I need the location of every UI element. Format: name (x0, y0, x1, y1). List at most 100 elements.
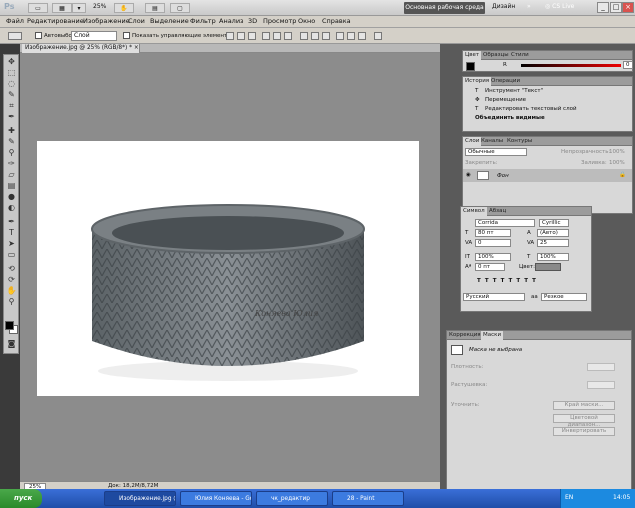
mask-edge-button[interactable]: Край маски... (553, 401, 615, 410)
quick-select-tool-icon[interactable]: ✎ (6, 90, 17, 100)
align-bottom-icon[interactable] (248, 32, 256, 40)
screen-mode-button[interactable]: ▢ (170, 3, 190, 13)
tab-styles[interactable]: Стили (509, 51, 531, 60)
foreground-color-swatch[interactable] (5, 321, 14, 330)
red-value-field[interactable]: 0 (623, 61, 633, 69)
arrange-documents-button[interactable]: ▤ (145, 3, 165, 13)
align-hcenter-icon[interactable] (273, 32, 281, 40)
menu-layers[interactable]: Слои (128, 17, 145, 25)
workspace-essentials-button[interactable]: Основная рабочая среда (404, 2, 485, 14)
align-top-icon[interactable] (226, 32, 234, 40)
document-tab[interactable]: Изображение.jpg @ 25% (RGB/8*) * × (22, 44, 140, 53)
taskbar-item-browser[interactable]: Юлия Коняева - Goo... (180, 491, 252, 506)
taskbar-item-photoshop[interactable]: Изображение.jpg @ 2... (104, 491, 176, 506)
marquee-tool-icon[interactable]: ⬚ (6, 68, 17, 78)
tab-masks[interactable]: Маски (481, 331, 504, 340)
minimize-button[interactable]: _ (597, 2, 609, 13)
tab-history[interactable]: История (463, 77, 492, 86)
tab-swatches[interactable]: Образцы (481, 51, 511, 60)
launch-minibridge-button[interactable]: ▦ (52, 3, 72, 13)
red-channel-slider[interactable] (521, 64, 621, 67)
opacity-value[interactable]: 100% (609, 148, 625, 156)
layer-visibility-icon[interactable]: ◉ (466, 171, 471, 179)
blend-mode-dropdown[interactable]: Обычные (465, 148, 527, 156)
color-panel-fg-swatch[interactable] (466, 62, 475, 71)
language-dropdown[interactable]: Русский (463, 293, 525, 301)
zoom-level-dropdown[interactable]: 25% (93, 3, 106, 10)
history-item[interactable]: Объединить видимые (475, 114, 545, 122)
distribute-left-icon[interactable] (336, 32, 344, 40)
history-item[interactable]: Инструмент "Текст" (485, 87, 543, 95)
leading-field[interactable]: (Авто) (537, 229, 569, 237)
type-tool-icon[interactable]: T (6, 228, 17, 238)
antialias-dropdown[interactable]: Резкое (541, 293, 587, 301)
distribute-vcenter-icon[interactable] (311, 32, 319, 40)
feather-field[interactable] (587, 381, 615, 389)
tab-character[interactable]: Символ (461, 207, 487, 216)
tab-channels[interactable]: Каналы (479, 137, 505, 146)
menu-select[interactable]: Выделение (150, 17, 189, 25)
menu-image[interactable]: Изображение (83, 17, 130, 25)
clone-stamp-tool-icon[interactable]: ⚲ (6, 148, 17, 158)
distribute-bottom-icon[interactable] (322, 32, 330, 40)
color-range-button[interactable]: Цветовой диапазон... (553, 414, 615, 428)
tab-color[interactable]: Цвет (463, 51, 482, 60)
menu-edit[interactable]: Редактирование (27, 17, 84, 25)
menu-view[interactable]: Просмотр (263, 17, 296, 25)
start-button[interactable]: пуск (0, 489, 42, 508)
distribute-top-icon[interactable] (300, 32, 308, 40)
hand-tool-icon[interactable]: ✋ (6, 286, 17, 296)
layer-row-background[interactable]: ◉ Фон 🔒 (463, 169, 632, 182)
autoselect-target-dropdown[interactable]: Слой (71, 31, 117, 41)
tab-paragraph[interactable]: Абзац (487, 207, 508, 216)
auto-align-icon[interactable] (374, 32, 382, 40)
fill-value[interactable]: 100% (609, 159, 625, 167)
close-tab-icon[interactable]: × (134, 45, 139, 51)
vertical-scale-field[interactable]: 100% (475, 253, 511, 261)
view-extras-button[interactable]: ▾ (72, 3, 86, 13)
invert-button[interactable]: Инвертировать (553, 427, 615, 436)
3d-orbit-tool-icon[interactable]: ⟳ (6, 275, 17, 285)
history-item[interactable]: Перемещение (485, 96, 526, 104)
tab-adjustments[interactable]: Коррекция (447, 331, 483, 340)
language-indicator[interactable]: EN (565, 494, 573, 501)
zoom-tool-icon[interactable]: ⚲ (6, 297, 17, 307)
distribute-hcenter-icon[interactable] (347, 32, 355, 40)
path-select-tool-icon[interactable]: ➤ (6, 239, 17, 249)
move-tool-icon[interactable]: ✥ (6, 57, 17, 67)
3d-rotate-tool-icon[interactable]: ⟲ (6, 264, 17, 274)
tab-paths[interactable]: Контуры (505, 137, 534, 146)
close-button[interactable]: × (622, 2, 634, 13)
history-brush-tool-icon[interactable]: ✑ (6, 159, 17, 169)
cslive-button[interactable]: ◎ CS Live (545, 3, 574, 10)
menu-filter[interactable]: Фильтр (190, 17, 216, 25)
workspace-design-button[interactable]: Дизайн (492, 3, 515, 10)
eyedropper-tool-icon[interactable]: ✒ (6, 112, 17, 122)
hand-tool-button[interactable]: ✋ (114, 3, 134, 13)
shape-tool-icon[interactable]: ▭ (6, 250, 17, 260)
menu-file[interactable]: Файл (6, 17, 24, 25)
pen-tool-icon[interactable]: ✒ (6, 217, 17, 227)
align-right-icon[interactable] (284, 32, 292, 40)
healing-brush-tool-icon[interactable]: ✚ (6, 126, 17, 136)
history-item[interactable]: Редактировать текстовый слой (485, 105, 577, 113)
taskbar-item-folder[interactable]: чк_редактир (256, 491, 328, 506)
eraser-tool-icon[interactable]: ▱ (6, 170, 17, 180)
font-size-field[interactable]: 80 пт (475, 229, 511, 237)
taskbar-item-paint[interactable]: 28 - Paint (332, 491, 404, 506)
autoselect-checkbox[interactable] (35, 32, 42, 39)
launch-bridge-button[interactable]: ▭ (28, 3, 48, 13)
horizontal-scale-field[interactable]: 100% (537, 253, 569, 261)
document-image[interactable]: Коняева Юлия (37, 141, 419, 396)
quick-mask-icon[interactable]: ◙ (6, 339, 17, 349)
gradient-tool-icon[interactable]: ▤ (6, 181, 17, 191)
workspace-more-button[interactable]: » (527, 3, 531, 10)
kerning-field[interactable]: 0 (475, 239, 511, 247)
menu-3d[interactable]: 3D (248, 17, 257, 25)
distribute-right-icon[interactable] (358, 32, 366, 40)
tab-actions[interactable]: Операции (489, 77, 522, 86)
font-family-dropdown[interactable]: Corrida (475, 219, 535, 227)
align-left-icon[interactable] (262, 32, 270, 40)
clock[interactable]: 14:05 (613, 494, 630, 501)
menu-window[interactable]: Окно (298, 17, 315, 25)
